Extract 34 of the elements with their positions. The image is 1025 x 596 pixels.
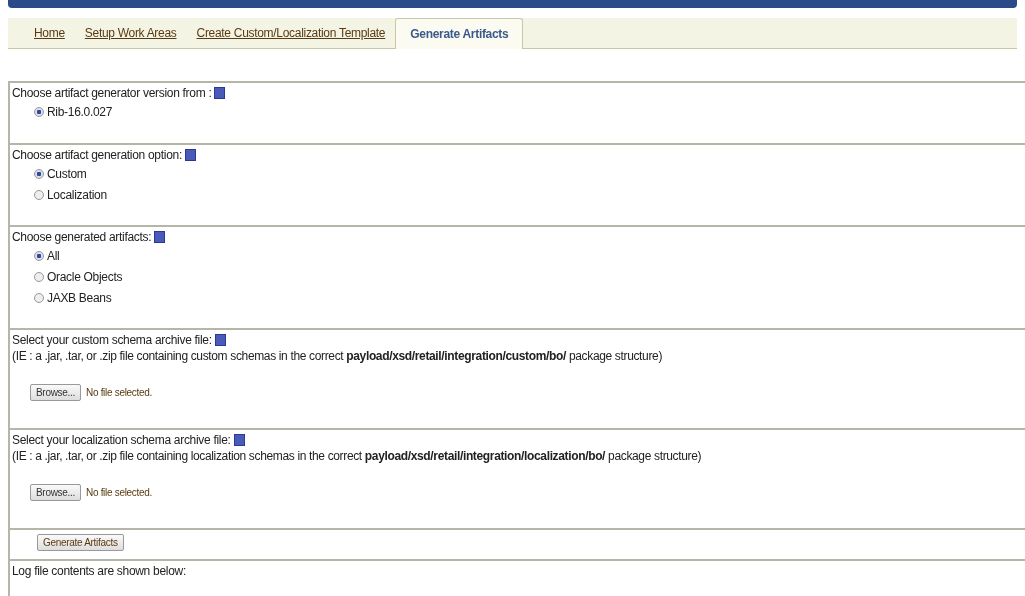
radio-option[interactable]: All [34, 245, 1023, 266]
radio-option[interactable]: Rib-16.0.027 [34, 101, 1023, 122]
radio-option[interactable]: Oracle Objects [34, 266, 1023, 287]
nav-tab[interactable]: Home [24, 26, 75, 48]
radio-option[interactable]: JAXB Beans [34, 287, 1023, 308]
browse-button[interactable]: Browse... [30, 484, 81, 501]
radio-icon[interactable] [34, 168, 44, 179]
log-label: Log file contents are shown below: [12, 563, 186, 579]
nav-tab[interactable]: Setup Work Areas [74, 26, 187, 48]
radio-icon[interactable] [34, 189, 44, 200]
generate-button[interactable]: Generate Artifacts [37, 534, 124, 551]
nav-tab[interactable]: Create Custom/Localization Template [186, 26, 396, 48]
help-icon[interactable] [154, 231, 166, 243]
help-icon[interactable] [184, 149, 196, 161]
section-label: Choose generated artifacts: [12, 229, 152, 245]
help-icon[interactable] [214, 334, 226, 346]
radio-option[interactable]: Custom [34, 163, 1023, 184]
radio-icon[interactable] [34, 292, 44, 303]
nav-tab[interactable]: Generate Artifacts [395, 18, 524, 49]
file-status: No file selected. [86, 487, 153, 498]
hint-text: (IE : a .jar, .tar, or .zip file containing localization schemas in the correct payload/xsd/retail/integration/localization/bo/ package structure) [12, 448, 703, 464]
section-label: Select your localization schema archive file: [12, 432, 231, 448]
help-icon[interactable] [214, 87, 226, 99]
radio-icon[interactable] [34, 271, 44, 282]
file-status: No file selected. [86, 387, 153, 398]
help-icon[interactable] [233, 434, 245, 446]
section-label: Choose artifact generator version from : [12, 85, 212, 101]
hint-text: (IE : a .jar, .tar, or .zip file containing custom schemas in the correct payload/xsd/retail/integration/custom/bo/ package structure) [12, 348, 664, 364]
section-label: Select your custom schema archive file: [12, 332, 212, 348]
browse-button[interactable]: Browse... [30, 384, 81, 401]
radio-icon[interactable] [34, 106, 44, 117]
section-label: Choose artifact generation option: [12, 147, 182, 163]
radio-icon[interactable] [34, 250, 44, 261]
radio-option[interactable]: Localization [34, 184, 1023, 205]
